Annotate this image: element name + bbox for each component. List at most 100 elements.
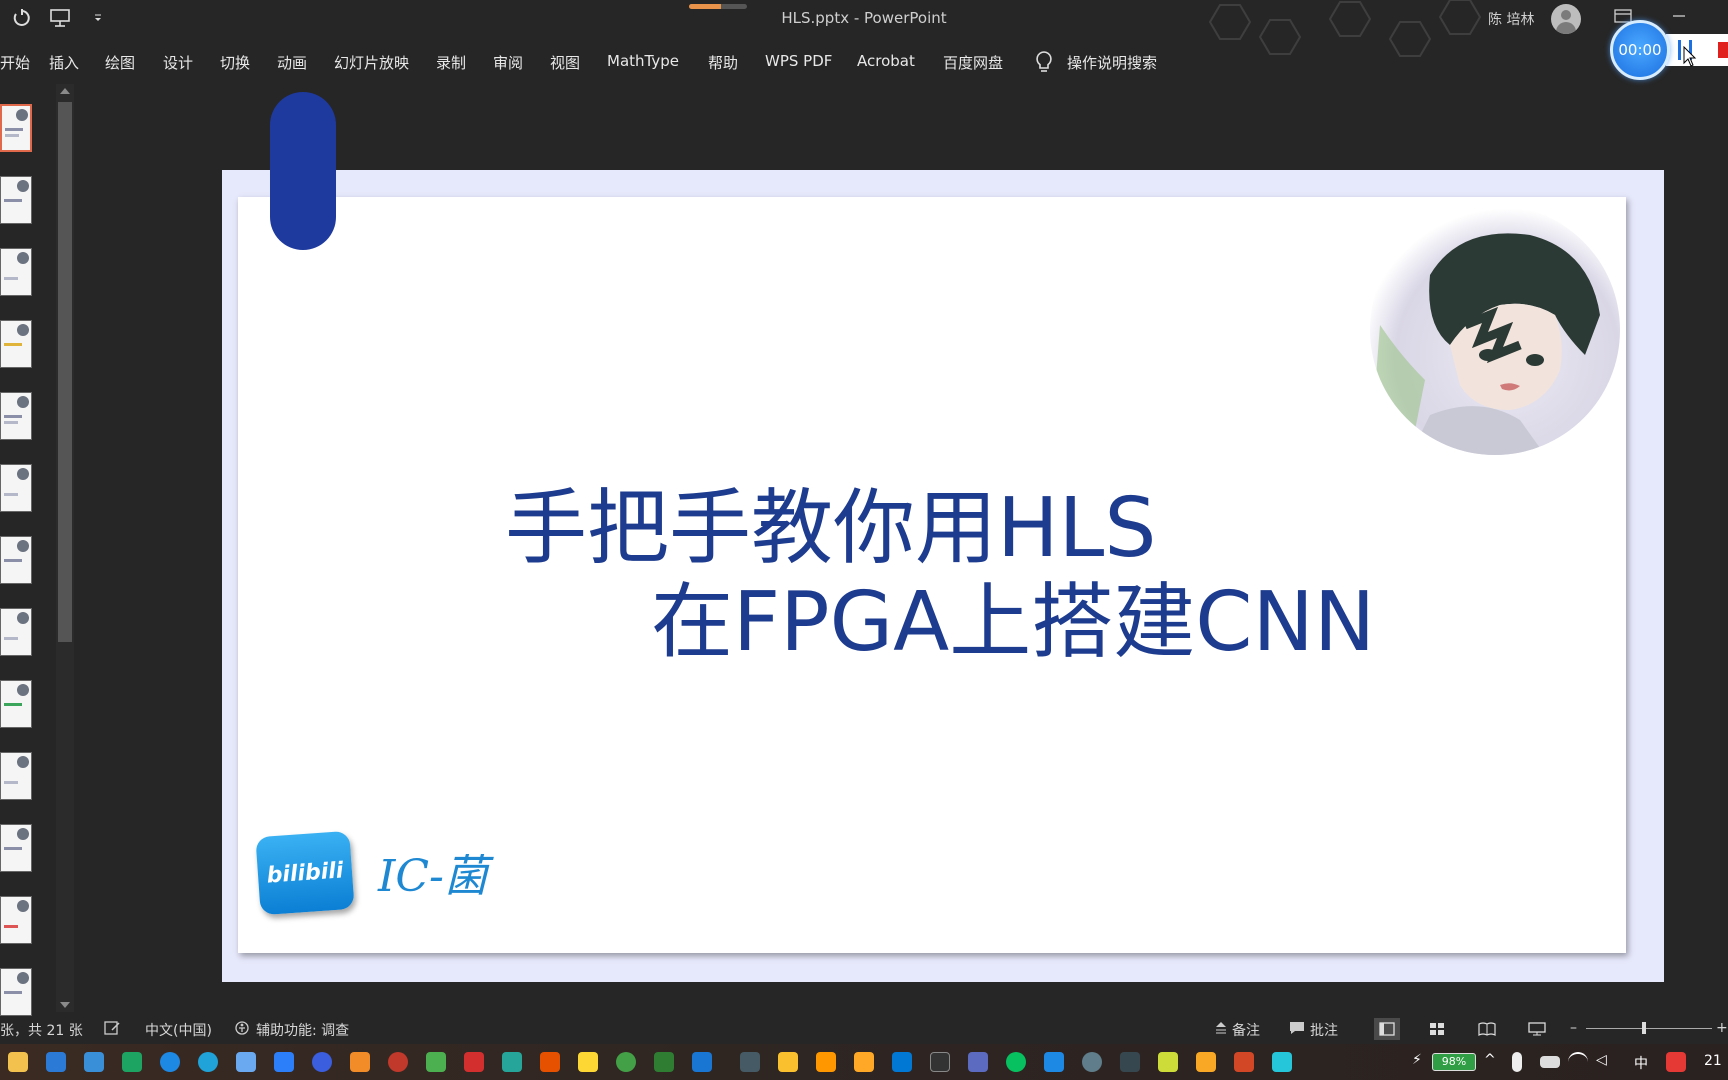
system-clock[interactable]: 21 (1704, 1053, 1722, 1069)
app-icon[interactable] (654, 1052, 674, 1072)
tab-view[interactable]: 视图 (550, 52, 580, 73)
app-icon[interactable] (616, 1052, 636, 1072)
notes-icon[interactable] (1214, 1020, 1228, 1038)
language-indicator[interactable]: 中文(中国) (145, 1020, 212, 1040)
app-icon[interactable] (84, 1052, 104, 1072)
tab-insert[interactable]: 插入 (49, 52, 79, 73)
zoom-slider[interactable] (1586, 1028, 1712, 1029)
tab-baidu-netdisk[interactable]: 百度网盘 (943, 52, 1003, 73)
ie-browser-icon[interactable] (160, 1052, 180, 1072)
slide-thumbnail[interactable] (0, 680, 32, 728)
app-icon[interactable] (1044, 1052, 1064, 1072)
app-icon[interactable] (540, 1052, 560, 1072)
normal-view-icon[interactable] (1374, 1018, 1400, 1040)
zoom-slider-handle[interactable] (1642, 1022, 1646, 1034)
tab-draw[interactable]: 绘图 (105, 52, 135, 73)
slide-thumbnail[interactable] (0, 176, 32, 224)
battery-indicator[interactable]: 98% (1432, 1053, 1476, 1071)
scroll-thumb[interactable] (58, 102, 72, 642)
slide-thumbnail[interactable] (0, 392, 32, 440)
app-icon[interactable] (1272, 1052, 1292, 1072)
volume-icon[interactable]: ◁ (1596, 1052, 1616, 1072)
slide-thumbnail[interactable] (0, 104, 32, 152)
wechat-icon[interactable] (1006, 1052, 1026, 1072)
tab-animations[interactable]: 动画 (277, 52, 307, 73)
slide-thumbnail[interactable] (0, 968, 32, 1016)
slide-title[interactable]: 手把手教你用HLS 在FPGA上搭建CNN (505, 482, 1375, 670)
zoom-out-icon[interactable]: – (1570, 1020, 1577, 1036)
slideshow-view-icon[interactable] (1524, 1018, 1550, 1040)
app-icon[interactable] (816, 1052, 836, 1072)
app-icon[interactable] (692, 1052, 712, 1072)
powerpoint-icon[interactable] (1234, 1052, 1254, 1072)
scroll-up-icon[interactable] (60, 88, 70, 94)
lightbulb-icon[interactable] (1033, 50, 1055, 74)
stop-icon[interactable] (1718, 42, 1728, 58)
account-avatar[interactable] (1551, 4, 1581, 34)
slide-thumbnail[interactable] (0, 824, 32, 872)
edge-browser-icon[interactable] (198, 1052, 218, 1072)
slide-thumbnail[interactable] (0, 536, 32, 584)
tab-record[interactable]: 录制 (436, 52, 466, 73)
slide-thumbnail[interactable] (0, 608, 32, 656)
notes-button[interactable]: 备注 (1232, 1020, 1260, 1040)
app-icon[interactable] (426, 1052, 446, 1072)
app-tray-icon[interactable] (1666, 1052, 1686, 1072)
scroll-down-icon[interactable] (60, 1002, 70, 1008)
comments-button[interactable]: 批注 (1310, 1020, 1338, 1040)
app-icon[interactable] (236, 1052, 256, 1072)
slide-thumbnail[interactable] (0, 320, 32, 368)
tab-acrobat[interactable]: Acrobat (857, 52, 915, 70)
app-icon[interactable] (46, 1052, 66, 1072)
tab-mathtype[interactable]: MathType (607, 52, 679, 70)
terminal-icon[interactable] (930, 1052, 950, 1072)
zoom-in-icon[interactable]: + (1716, 1020, 1728, 1036)
tab-design[interactable]: 设计 (163, 52, 193, 73)
slide-thumbnail[interactable] (0, 464, 32, 512)
search-app-icon[interactable] (350, 1052, 370, 1072)
app-icon[interactable] (968, 1052, 988, 1072)
account-name[interactable]: 陈 培林 (1488, 9, 1534, 29)
app-icon[interactable] (1082, 1052, 1102, 1072)
wifi-icon[interactable] (1568, 1052, 1588, 1072)
app-icon[interactable] (274, 1052, 294, 1072)
tab-wps-pdf[interactable]: WPS PDF (765, 52, 832, 70)
battery-tray-icon[interactable] (1540, 1056, 1560, 1068)
app-icon[interactable] (578, 1052, 598, 1072)
vscode-icon[interactable] (892, 1052, 912, 1072)
app-icon[interactable] (1196, 1052, 1216, 1072)
thumbnail-scrollbar[interactable] (56, 84, 74, 1012)
app-icon[interactable] (1158, 1052, 1178, 1072)
tab-transitions[interactable]: 切换 (220, 52, 250, 73)
app-icon[interactable] (740, 1052, 760, 1072)
accessibility-icon[interactable] (234, 1020, 252, 1040)
slide-thumbnail[interactable] (0, 248, 32, 296)
app-icon[interactable] (122, 1052, 142, 1072)
anime-avatar-image[interactable] (1370, 205, 1620, 455)
app-icon[interactable] (312, 1052, 332, 1072)
app-icon[interactable] (778, 1052, 798, 1072)
decorative-pill-shape[interactable] (270, 92, 336, 250)
file-explorer-icon[interactable] (8, 1052, 28, 1072)
spell-check-icon[interactable] (104, 1020, 122, 1040)
tell-me-search[interactable]: 操作说明搜索 (1067, 52, 1157, 73)
tab-slideshow[interactable]: 幻灯片放映 (334, 52, 409, 73)
power-plug-icon[interactable]: ⚡ (1412, 1052, 1432, 1072)
slide-sorter-view-icon[interactable] (1424, 1018, 1450, 1040)
bilibili-logo[interactable]: bilibili (255, 830, 355, 916)
reading-view-icon[interactable] (1474, 1018, 1500, 1040)
app-icon[interactable] (388, 1052, 408, 1072)
pdf-app-icon[interactable] (464, 1052, 484, 1072)
slide-thumbnail[interactable] (0, 752, 32, 800)
tab-home[interactable]: 开始 (0, 52, 30, 73)
comments-icon[interactable] (1288, 1020, 1306, 1040)
slide-thumbnail[interactable] (0, 896, 32, 944)
tab-review[interactable]: 审阅 (493, 52, 523, 73)
app-icon[interactable] (1120, 1052, 1140, 1072)
app-icon[interactable] (854, 1052, 874, 1072)
input-method-indicator[interactable]: 中 (1634, 1053, 1648, 1073)
microphone-icon[interactable] (1512, 1052, 1522, 1072)
channel-signature[interactable]: IC-菌 (378, 840, 488, 904)
chevron-up-icon[interactable]: ^ (1484, 1052, 1504, 1072)
recorder-timer[interactable]: 00:00 (1610, 20, 1670, 80)
